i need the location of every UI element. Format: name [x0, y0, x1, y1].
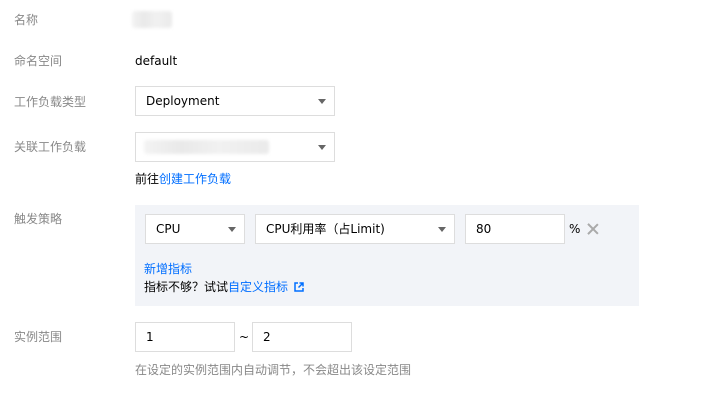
instance-min-value: 1 [146, 330, 154, 344]
custom-metric-link[interactable]: 自定义指标 [228, 280, 288, 294]
workload-type-value: Deployment [146, 94, 220, 108]
linked-workload-label: 关联工作负载 [14, 140, 87, 154]
trigger-policy-label: 触发策略 [14, 212, 63, 226]
add-metric-link[interactable]: 新增指标 [144, 261, 192, 277]
custom-metric-hint-text: 指标不够？试试 [144, 280, 229, 294]
instance-max-input[interactable]: 2 [252, 322, 352, 352]
instance-min-input[interactable]: 1 [135, 322, 235, 352]
chevron-down-icon [318, 145, 326, 150]
create-workload-hint: 前往创建工作负载 [135, 171, 231, 187]
trigger-policy-panel: CPU CPU利用率（占Limit) 80 % 新增指标 指标不够？试试自定义指… [135, 205, 639, 306]
metric-select[interactable]: CPU利用率（占Limit) [255, 214, 455, 244]
close-icon[interactable] [586, 222, 600, 236]
instance-range-separator: ~ [239, 330, 250, 344]
create-workload-hint-prefix: 前往 [135, 172, 160, 186]
linked-workload-value-redacted [144, 140, 269, 154]
metric-type-select[interactable]: CPU [145, 214, 245, 244]
chevron-down-icon [228, 227, 236, 232]
workload-type-select[interactable]: Deployment [135, 86, 335, 116]
linked-workload-select[interactable] [135, 132, 335, 162]
create-workload-link[interactable]: 创建工作负载 [159, 172, 231, 186]
chevron-down-icon [318, 99, 326, 104]
metric-type-value: CPU [156, 222, 181, 236]
namespace-value: default [135, 54, 178, 68]
name-value-redacted [132, 11, 172, 28]
instance-max-value: 2 [263, 330, 271, 344]
custom-metric-hint: 指标不够？试试自定义指标 [144, 279, 304, 295]
metric-value: CPU利用率（占Limit) [266, 222, 385, 236]
namespace-label: 命名空间 [14, 54, 63, 68]
threshold-unit: % [569, 222, 581, 236]
chevron-down-icon [438, 227, 446, 232]
name-label: 名称 [14, 13, 39, 27]
workload-type-label: 工作负载类型 [14, 95, 87, 109]
external-link-icon[interactable] [294, 280, 304, 292]
instance-range-hint: 在设定的实例范围内自动调节，不会超出该设定范围 [135, 363, 412, 377]
threshold-value: 80 [476, 222, 492, 236]
threshold-input[interactable]: 80 [465, 214, 565, 244]
instance-range-label: 实例范围 [14, 330, 63, 344]
